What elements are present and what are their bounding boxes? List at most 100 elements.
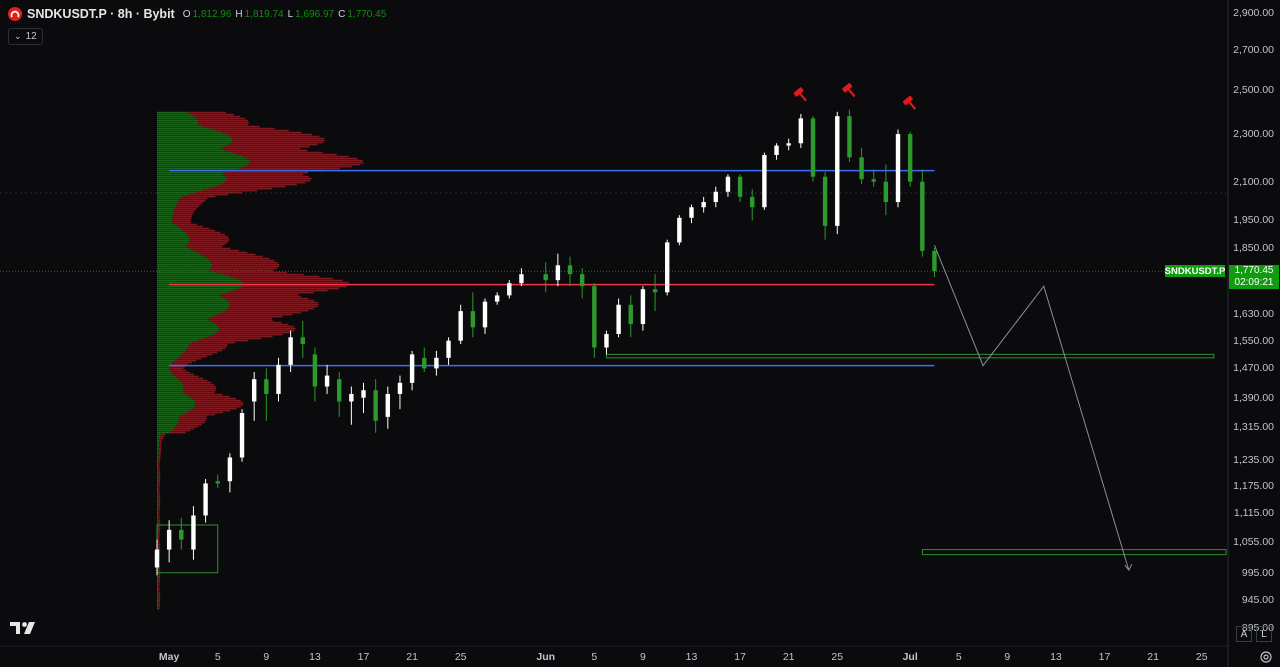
price-tick-label: 1,850.00: [1233, 242, 1274, 255]
candle-body: [652, 289, 658, 293]
volume-profile-buy-bar: [157, 585, 159, 588]
volume-profile-sell-bar: [225, 309, 309, 312]
volume-profile-buy-bar: [157, 445, 159, 448]
volume-profile-buy-bar: [157, 337, 204, 340]
volume-profile-sell-bar: [186, 393, 223, 396]
volume-profile-buy-bar: [157, 363, 171, 366]
candle-body: [337, 379, 342, 402]
volume-profile-buy-bar: [157, 507, 159, 510]
volume-profile-sell-bar: [177, 423, 202, 426]
volume-profile-sell-bar: [229, 143, 318, 146]
volume-profile-buy-bar: [157, 301, 230, 304]
volume-profile-sell-bar: [201, 253, 256, 256]
volume-profile-buy-bar: [157, 493, 159, 496]
volume-profile-sell-bar: [237, 153, 337, 156]
volume-profile-buy-bar: [157, 485, 159, 488]
volume-profile-sell-bar: [208, 317, 273, 320]
symbol-title[interactable]: SNDKUSDT.P · 8h · Bybit: [27, 7, 175, 21]
volume-profile-buy-bar: [157, 481, 159, 484]
volume-profile-sell-bar: [158, 533, 160, 536]
date-tick-label: 13: [1050, 651, 1062, 663]
volume-profile-buy-bar: [157, 601, 159, 604]
volume-profile-buy-bar: [157, 123, 198, 126]
candle-body: [713, 191, 718, 203]
auto-scale-button[interactable]: A: [1236, 626, 1252, 642]
volume-profile-buy-bar: [157, 277, 237, 280]
candle-body: [871, 179, 876, 182]
price-chart[interactable]: [0, 0, 1280, 667]
date-tick-label: 21: [782, 651, 795, 663]
volume-profile-buy-bar: [157, 577, 159, 580]
candle-body: [640, 289, 646, 325]
volume-profile-sell-bar: [240, 279, 343, 282]
volume-profile-buy-bar: [157, 383, 183, 386]
date-tick-label: 13: [309, 651, 321, 663]
volume-profile-buy-bar: [157, 587, 159, 590]
volume-profile-sell-bar: [210, 267, 277, 270]
candle-body: [482, 301, 488, 328]
volume-profile-buy-bar: [157, 405, 195, 408]
tradingview-logo-icon[interactable]: [10, 620, 38, 636]
volume-profile-sell-bar: [158, 527, 161, 530]
volume-profile-buy-bar: [157, 377, 178, 380]
volume-profile-buy-bar: [157, 591, 159, 594]
volume-profile-buy-bar: [157, 465, 159, 468]
volume-profile-sell-bar: [209, 335, 273, 338]
candle-body: [835, 116, 840, 226]
volume-profile-sell-bar: [182, 383, 215, 386]
volume-profile-buy-bar: [157, 581, 159, 584]
candle: [665, 239, 670, 296]
candle-body: [555, 265, 561, 281]
volume-profile-buy-bar: [157, 333, 214, 336]
volume-profile-buy-bar: [157, 431, 170, 434]
volume-profile-sell-bar: [179, 379, 208, 382]
volume-profile-sell-bar: [158, 449, 162, 452]
volume-profile-buy-bar: [157, 359, 175, 362]
candle-body: [434, 357, 439, 369]
volume-profile-buy-bar: [157, 453, 159, 456]
volume-profile-buy-bar: [157, 475, 159, 478]
price-tick-label: 1,115.00: [1233, 507, 1274, 520]
candle: [907, 131, 913, 187]
volume-profile-sell-bar: [158, 535, 160, 538]
volume-profile-buy-bar: [157, 247, 191, 250]
volume-profile-sell-bar: [158, 583, 160, 586]
volume-profile-buy-bar: [157, 201, 178, 204]
volume-profile-sell-bar: [186, 349, 222, 352]
chart-background: [0, 0, 1280, 667]
volume-profile-sell-bar: [225, 297, 309, 300]
volume-profile-buy-bar: [157, 421, 179, 424]
candle-body: [822, 176, 828, 226]
volume-profile-sell-bar: [158, 579, 160, 582]
settings-gear-icon[interactable]: [1259, 650, 1273, 664]
volume-profile-buy-bar: [157, 387, 184, 390]
volume-profile-sell-bar: [158, 511, 160, 514]
volume-profile-buy-bar: [157, 505, 159, 508]
volume-profile-sell-bar: [187, 233, 225, 236]
volume-profile-sell-bar: [158, 599, 161, 602]
volume-profile-buy-bar: [157, 219, 173, 222]
volume-profile-sell-bar: [173, 373, 195, 376]
volume-profile-buy-bar: [157, 221, 173, 224]
volume-profile-sell-bar: [202, 189, 258, 192]
volume-profile-sell-bar: [158, 477, 161, 480]
candle-body: [932, 250, 937, 272]
volume-profile-buy-bar: [157, 367, 169, 370]
volume-profile-sell-bar: [158, 585, 160, 588]
volume-profile-sell-bar: [158, 531, 160, 534]
volume-profile-sell-bar: [197, 119, 249, 122]
volume-profile-buy-bar: [157, 441, 160, 444]
volume-profile-buy-bar: [157, 425, 176, 428]
volume-profile-sell-bar: [221, 147, 301, 150]
log-scale-button[interactable]: L: [1256, 626, 1272, 642]
volume-profile-buy-bar: [157, 373, 174, 376]
volume-profile-buy-bar: [157, 461, 159, 464]
volume-profile-buy-bar: [157, 119, 198, 122]
volume-profile-sell-bar: [209, 259, 275, 262]
candle-body: [385, 393, 391, 417]
indicators-toggle[interactable]: ⌄ 12: [8, 28, 43, 45]
volume-profile-sell-bar: [158, 481, 161, 484]
volume-profile-sell-bar: [247, 157, 358, 160]
volume-profile-sell-bar: [158, 519, 161, 522]
volume-profile-buy-bar: [157, 285, 243, 288]
